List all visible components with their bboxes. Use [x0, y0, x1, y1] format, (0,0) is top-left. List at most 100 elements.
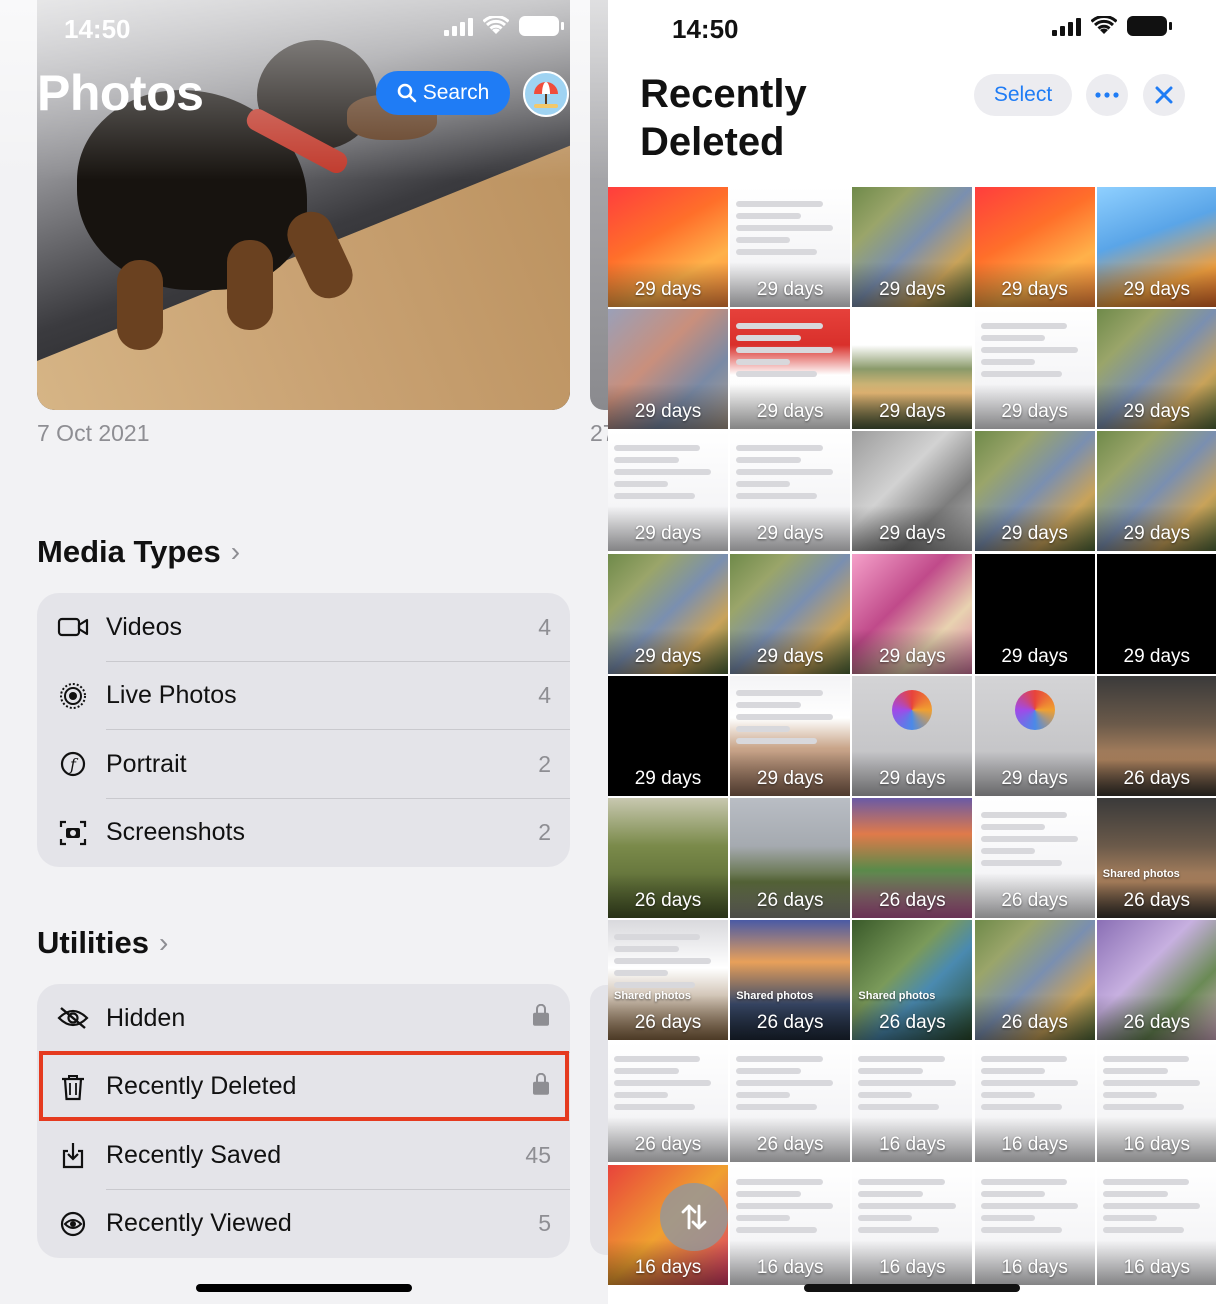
days-remaining-label: 16 days [1123, 1134, 1191, 1156]
media-type-row-live-photos[interactable]: Live Photos 4 [37, 662, 570, 730]
media-types-title: Media Types [37, 534, 221, 569]
photo-thumbnail[interactable]: 29 days [608, 675, 728, 796]
utility-row-hidden[interactable]: Hidden [37, 984, 570, 1053]
cellular-signal-icon [444, 16, 473, 36]
lock-icon [533, 1004, 549, 1027]
photo-thumbnail[interactable]: 26 days [730, 798, 851, 918]
photo-thumbnail[interactable]: Shared photos 26 days [852, 920, 973, 1041]
thumbnail-caption: Shared photos [858, 990, 936, 1003]
screenshot-preview [1102, 1173, 1211, 1239]
photo-thumbnail[interactable]: 29 days [730, 309, 851, 430]
photo-thumbnail[interactable]: Shared photos 26 days [1096, 798, 1216, 918]
photo-thumbnail[interactable]: 26 days [730, 1042, 851, 1163]
video-icon [57, 611, 89, 643]
photo-thumbnail[interactable]: 29 days [730, 431, 851, 552]
utilities-header[interactable]: Utilities › [37, 925, 168, 961]
days-remaining-label: 29 days [1001, 767, 1068, 789]
media-type-row-videos[interactable]: Videos 4 [37, 593, 570, 662]
photo-thumbnail[interactable]: 26 days [1096, 920, 1216, 1041]
home-indicator[interactable] [804, 1284, 1020, 1292]
photo-thumbnail[interactable]: 16 days [1096, 1042, 1216, 1163]
photo-thumbnail[interactable]: 29 days [852, 675, 973, 796]
utilities-card: Hidden Recently Deleted Recently Saved 4… [37, 984, 570, 1258]
search-icon [397, 83, 417, 103]
more-button[interactable] [1086, 74, 1128, 116]
photo-thumbnail[interactable]: 16 days [730, 1164, 851, 1285]
photo-thumbnail[interactable]: 29 days [852, 553, 973, 674]
photo-thumbnail[interactable]: 29 days [974, 675, 1095, 796]
home-indicator[interactable] [196, 1284, 412, 1292]
photo-thumbnail[interactable]: 29 days [974, 187, 1095, 307]
avatar[interactable] [523, 71, 569, 117]
beach-umbrella-icon [534, 82, 558, 108]
screenshot-preview [614, 928, 722, 994]
portrait-icon: f [57, 748, 89, 780]
photo-thumbnail[interactable]: 29 days [974, 309, 1095, 430]
days-remaining-label: 29 days [1001, 279, 1068, 300]
utility-row-recently-viewed[interactable]: Recently Viewed 5 [37, 1190, 570, 1259]
days-remaining-label: 16 days [879, 1256, 946, 1278]
photo-thumbnail[interactable]: 29 days [1096, 431, 1216, 552]
photo-thumbnail[interactable]: 16 days [974, 1164, 1095, 1285]
svg-text:f: f [69, 755, 79, 774]
photo-thumbnail[interactable]: 26 days [974, 798, 1095, 918]
photo-thumbnail[interactable]: 26 days [852, 798, 973, 918]
photo-thumbnail[interactable]: 29 days [730, 675, 851, 796]
photo-thumbnail[interactable]: 26 days [1096, 675, 1216, 796]
days-remaining-label: 26 days [1123, 1012, 1191, 1034]
days-remaining-label: 26 days [756, 1134, 824, 1156]
media-type-row-screenshots[interactable]: Screenshots 2 [37, 799, 570, 868]
photo-thumbnail[interactable]: 16 days [852, 1164, 973, 1285]
media-types-header[interactable]: Media Types › [37, 534, 240, 570]
close-button[interactable] [1143, 74, 1185, 116]
media-type-row-portrait[interactable]: f Portrait 2 [37, 730, 570, 799]
screenshot-preview [614, 439, 722, 505]
thumbnail-caption: Shared photos [1102, 868, 1180, 880]
row-count: 2 [538, 750, 551, 777]
days-remaining-label: 29 days [1123, 401, 1191, 423]
photo-thumbnail[interactable]: 29 days [608, 553, 728, 674]
photo-thumbnail[interactable]: 29 days [608, 187, 728, 307]
chevron-right-icon: › [158, 927, 169, 958]
row-count: 4 [538, 613, 551, 640]
photo-thumbnail[interactable]: 29 days [852, 431, 973, 552]
photo-thumbnail[interactable]: 29 days [608, 431, 728, 552]
eye-icon [57, 1208, 89, 1240]
photo-thumbnail[interactable]: 29 days [730, 553, 851, 674]
photo-thumbnail[interactable]: 29 days [1096, 309, 1216, 430]
row-label: Screenshots [106, 818, 245, 847]
wifi-icon [1091, 16, 1117, 34]
sort-button[interactable] [660, 1183, 728, 1251]
row-count: 45 [525, 1141, 551, 1168]
dog-leg-shape [227, 240, 273, 330]
photo-thumbnail[interactable]: 29 days [852, 187, 973, 307]
photo-thumbnail[interactable]: 26 days [974, 920, 1095, 1041]
search-button[interactable]: Search [376, 71, 510, 115]
photo-thumbnail[interactable]: 29 days [852, 309, 973, 430]
featured-photo-date: 7 Oct 2021 [37, 420, 150, 446]
photo-thumbnail[interactable]: 29 days [1096, 553, 1216, 674]
utility-row-recently-saved[interactable]: Recently Saved 45 [37, 1121, 570, 1190]
app-logo-icon [892, 689, 933, 730]
photo-thumbnail[interactable]: 16 days [852, 1042, 973, 1163]
screenshot-preview [736, 1173, 844, 1239]
photo-thumbnail[interactable]: 26 days [608, 1042, 728, 1163]
cellular-signal-icon [1052, 16, 1081, 36]
days-remaining-label: 26 days [756, 1012, 824, 1034]
screenshot-preview [858, 1050, 966, 1116]
photo-thumbnail[interactable]: 29 days [730, 187, 851, 307]
live-photo-icon [57, 680, 89, 712]
select-button[interactable]: Select [974, 74, 1072, 116]
photo-thumbnail[interactable]: 29 days [974, 431, 1095, 552]
battery-icon [1127, 16, 1172, 36]
photo-thumbnail[interactable]: 16 days [974, 1042, 1095, 1163]
photo-thumbnail[interactable]: 26 days [608, 798, 728, 918]
photo-thumbnail[interactable]: Shared photos 26 days [730, 920, 851, 1041]
photo-thumbnail[interactable]: 29 days [974, 553, 1095, 674]
dog-leg-shape [117, 260, 163, 350]
photo-thumbnail[interactable]: 29 days [608, 309, 728, 430]
photo-thumbnail[interactable]: Shared photos 26 days [608, 920, 728, 1041]
photo-thumbnail[interactable]: 29 days [1096, 187, 1216, 307]
screenshot-preview [736, 1050, 844, 1116]
photo-thumbnail[interactable]: 16 days [1096, 1164, 1216, 1285]
